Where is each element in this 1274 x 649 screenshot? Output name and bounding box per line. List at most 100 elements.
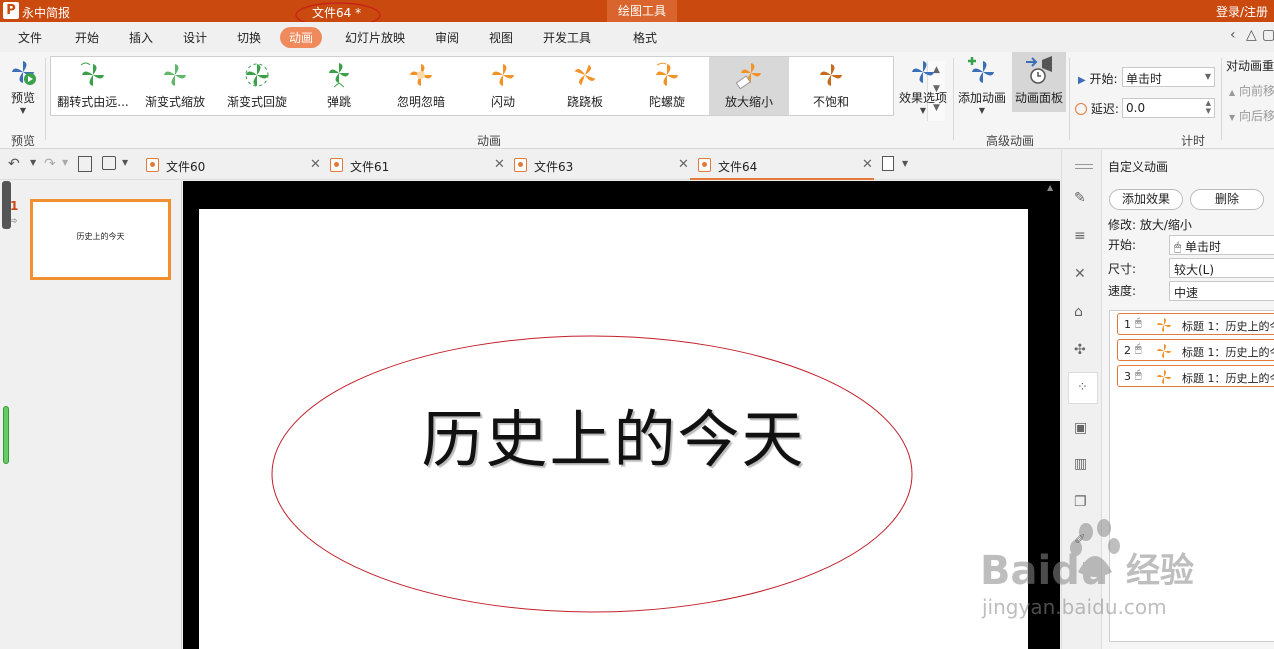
add-effect-button[interactable]: 添加效果 <box>1109 189 1183 210</box>
animation-pane-button[interactable]: 动画面板 <box>1012 52 1066 112</box>
sliders-icon[interactable]: ≡ <box>1074 228 1090 244</box>
watermark-url: jingyan.baidu.com <box>981 595 1167 619</box>
pinwheel-orange-icon <box>1157 318 1171 332</box>
tab-insert[interactable]: 插入 <box>129 29 153 46</box>
new-document-icon[interactable] <box>882 156 894 171</box>
animation-list-item[interactable]: 2 🖱 标题 1：历史上的今 <box>1117 339 1274 361</box>
tab-design[interactable]: 设计 <box>183 29 207 46</box>
panel-splitter-handle[interactable] <box>2 181 11 229</box>
dropdown-arrow-icon[interactable]: ▼ <box>902 159 908 168</box>
delay-spinner[interactable]: 0.0 ▲ ▼ <box>1122 98 1215 118</box>
save-icon[interactable] <box>102 156 116 170</box>
gallery-item-label: 跷跷板 <box>566 95 603 109</box>
gallery-item-fade-swivel[interactable]: 渐变式回旋 <box>217 57 297 115</box>
tab-transition[interactable]: 切换 <box>237 29 261 46</box>
context-tab-drawing-tools[interactable]: 绘图工具 <box>607 0 677 22</box>
login-link[interactable]: 登录/注册 <box>1216 3 1268 20</box>
close-icon[interactable]: ✕ <box>862 157 873 172</box>
redo-icon[interactable]: ↷ <box>44 156 56 172</box>
thumbnail-title: 历史上的今天 <box>76 232 125 241</box>
close-icon[interactable]: ✕ <box>678 157 689 172</box>
spinner-arrows-icon[interactable]: ▲ ▼ <box>1206 99 1211 115</box>
slide-title[interactable]: 历史上的今天 <box>199 389 1028 479</box>
watermark-brand-cn: 经验 <box>1126 551 1194 591</box>
doc-tab-label: 文件60 <box>166 160 206 174</box>
clipboard-icon[interactable]: ▥ <box>1074 456 1090 472</box>
gallery-item-desaturate[interactable]: 不饱和 <box>791 57 871 115</box>
copy-icon[interactable]: ❐ <box>1074 494 1090 510</box>
speed-select[interactable]: 中速 <box>1169 281 1274 301</box>
scroll-up-icon[interactable]: ▲ <box>1047 183 1053 192</box>
pinwheel-icon[interactable]: ✣ <box>1074 342 1090 358</box>
doc-tab[interactable]: 文件60 ✕ <box>138 150 322 180</box>
doc-tab[interactable]: 文件61 ✕ <box>322 150 506 180</box>
close-icon[interactable]: ✕ <box>310 157 321 172</box>
start-select[interactable]: 单击时 ▼ <box>1122 67 1215 87</box>
chevron-left-icon[interactable]: ‹ <box>1230 27 1236 43</box>
gallery-item-label: 渐变式缩放 <box>144 95 205 109</box>
print-preview-icon[interactable] <box>78 156 92 172</box>
start-select[interactable]: 🖱 单击时 <box>1169 235 1274 255</box>
close-icon[interactable]: ✕ <box>494 157 505 172</box>
tab-slideshow[interactable]: 幻灯片放映 <box>345 29 405 46</box>
gallery-item-label: 弹跳 <box>326 95 351 109</box>
pen-icon[interactable]: ✎ <box>1074 190 1090 206</box>
gallery-item-grow-shrink[interactable]: 放大缩小 <box>709 57 789 115</box>
animation-panel-toggle[interactable]: ⁘ <box>1068 372 1098 404</box>
delete-button[interactable]: 删除 <box>1190 189 1264 210</box>
file-icon <box>698 158 711 172</box>
gallery-item-seesaw[interactable]: 跷跷板 <box>545 57 625 115</box>
doc-tab[interactable]: 文件63 ✕ <box>506 150 690 180</box>
grip-icon[interactable] <box>1075 164 1093 165</box>
slide-thumbnail[interactable]: 历史上的今天 <box>30 199 171 280</box>
animation-list-item[interactable]: 1 🖱 标题 1：历史上的今 <box>1117 313 1274 335</box>
tab-home[interactable]: 开始 <box>75 29 99 46</box>
reorder-title: 对动画重 <box>1226 59 1274 73</box>
pinwheel-green-icon <box>329 63 349 88</box>
move-earlier-button[interactable]: ▲ 向前移 <box>1229 82 1274 99</box>
window-icon[interactable]: ▢ <box>1262 27 1274 43</box>
dropdown-arrow-icon[interactable]: ▼ <box>30 158 36 167</box>
tab-developer[interactable]: 开发工具 <box>543 29 591 46</box>
gallery-item-flip[interactable]: 翻转式由远... <box>53 57 133 115</box>
gallery-item-label: 陀螺旋 <box>648 95 685 109</box>
doc-tab-active[interactable]: 文件64 ✕ <box>690 150 874 180</box>
gallery-item-flash[interactable]: 闪动 <box>463 57 543 115</box>
tab-review[interactable]: 审阅 <box>435 29 459 46</box>
preview-button[interactable]: 预览 ▼ <box>6 58 40 115</box>
animation-gallery: 翻转式由远... 渐变式缩放 渐变式回旋 弹跳 忽明忽暗 闪动 跷跷板 陀螺旋 <box>50 56 945 121</box>
effect-options-button[interactable]: 效果选项 ▼ <box>898 58 948 115</box>
level-meter <box>3 406 9 464</box>
customize-toolbar-icon[interactable]: ▼ <box>122 158 128 167</box>
mouse-icon: 🖱 <box>1135 368 1142 381</box>
gallery-item-label: 不饱和 <box>812 95 849 109</box>
tab-file[interactable]: 文件 <box>18 29 42 46</box>
slide[interactable]: 历史上的今天 <box>199 209 1028 649</box>
gallery-item-fade-zoom[interactable]: 渐变式缩放 <box>135 57 215 115</box>
gallery-item-spinner[interactable]: 陀螺旋 <box>627 57 707 115</box>
size-label: 尺寸: <box>1108 262 1137 276</box>
preview-pinwheel-icon <box>12 61 36 85</box>
dropdown-arrow-icon: ▼ <box>919 106 927 115</box>
brush-icon[interactable]: ⌂ <box>1074 304 1090 320</box>
add-animation-button[interactable]: 添加动画 ▼ <box>957 56 1007 115</box>
gallery-item-flicker[interactable]: 忽明忽暗 <box>381 57 461 115</box>
tab-view[interactable]: 视图 <box>489 29 513 46</box>
start-label: ▶ 开始: <box>1078 72 1118 86</box>
group-label-animation: 动画 <box>477 134 502 148</box>
triangle-up-icon[interactable]: △ <box>1246 27 1257 43</box>
image-icon[interactable]: ▣ <box>1074 420 1090 436</box>
dropdown-arrow-icon[interactable]: ▼ <box>62 158 68 167</box>
move-later-button[interactable]: ▼ 向后移 <box>1229 107 1274 124</box>
tab-format[interactable]: 格式 <box>633 29 657 46</box>
size-select[interactable]: 较大(L) <box>1169 258 1274 278</box>
start-label: 开始: <box>1108 238 1137 252</box>
animation-list-item[interactable]: 3 🖱 标题 1：历史上的今 <box>1117 365 1274 387</box>
tools-icon[interactable]: ✕ <box>1074 266 1090 282</box>
add-animation-label: 添加动画 <box>957 91 1006 105</box>
slide-editing-canvas: 历史上的今天 ▲ <box>183 181 1060 649</box>
undo-icon[interactable]: ↶ <box>8 156 20 172</box>
group-label-preview: 预览 <box>11 134 36 148</box>
tab-animation[interactable]: 动画 <box>280 27 323 48</box>
gallery-item-bounce[interactable]: 弹跳 <box>299 57 379 115</box>
